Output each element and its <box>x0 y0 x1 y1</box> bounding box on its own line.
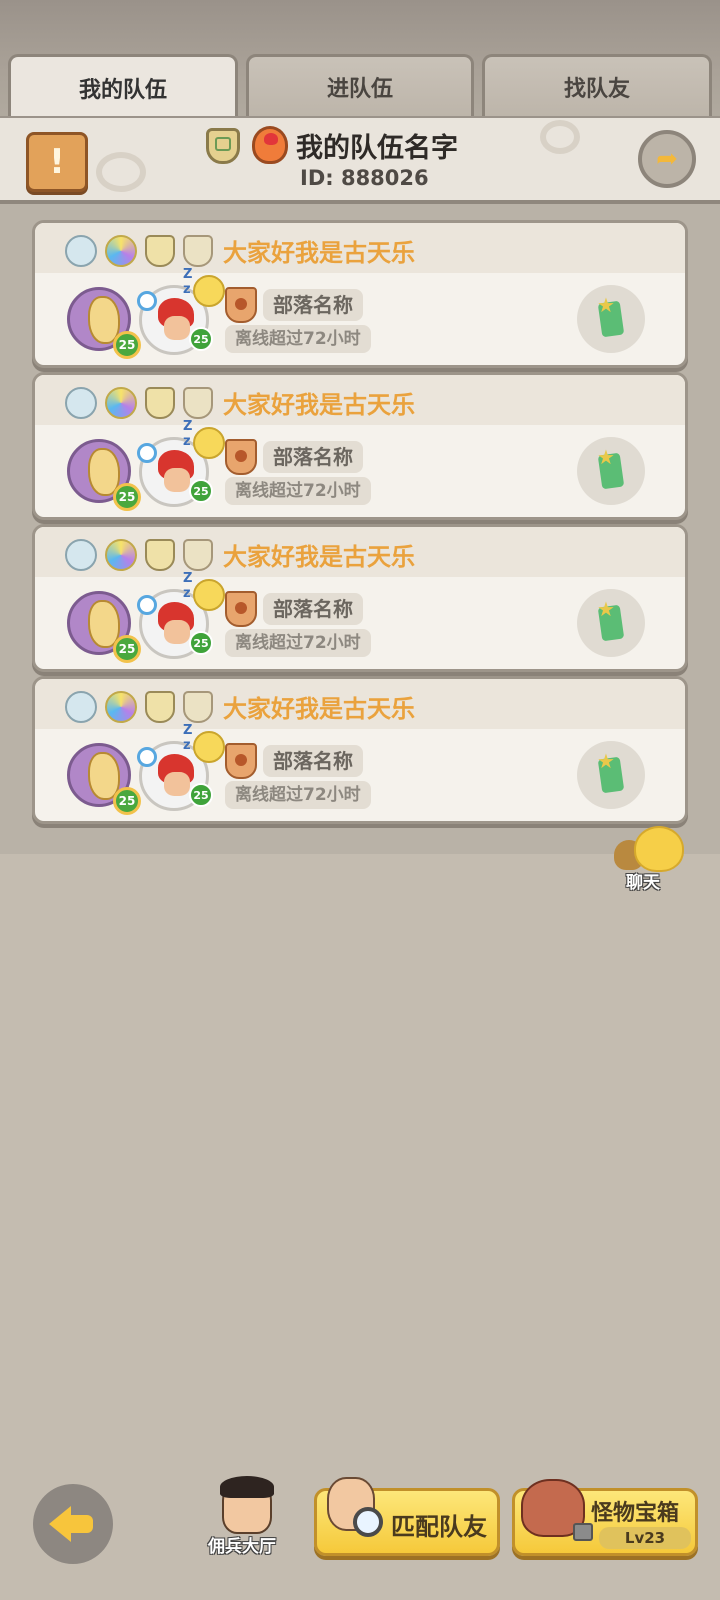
swirl-icon <box>137 291 157 311</box>
tribe-name: 部落名称 <box>263 593 363 625</box>
pet-level-badge: 25 <box>113 483 141 511</box>
sleeping-emoji-icon <box>193 731 225 763</box>
sleeping-emoji-icon <box>193 427 225 459</box>
member-card[interactable]: 大家好我是古天乐 25 Zz 25 部落名称 离线超过72小时 ★ <box>32 524 688 672</box>
swirl-icon <box>137 595 157 615</box>
transfer-leader-button[interactable]: ★ <box>577 285 645 353</box>
back-arrow-icon <box>49 1506 71 1542</box>
decor-swirl <box>540 120 580 154</box>
mercenary-hall-label: 佣兵大厅 <box>208 1537 276 1557</box>
member-list: 大家好我是古天乐 25 Zz 25 部落名称 离线超过72小时 ★ 大家好我是古… <box>0 204 720 854</box>
member-card[interactable]: 大家好我是古天乐 25 Zz 25 部落名称 离线超过72小时 ★ <box>32 372 688 520</box>
shield-rank-icon <box>65 691 97 723</box>
achievement-badge-icon <box>145 387 175 419</box>
share-button[interactable]: ➦ <box>638 130 696 188</box>
rainbow-badge-icon <box>105 691 137 723</box>
chat-button[interactable]: 聊天 <box>612 826 692 893</box>
member-name: 大家好我是古天乐 <box>223 695 415 723</box>
sleep-zz-icon: Zz <box>183 571 193 601</box>
sleeping-emoji-icon <box>193 579 225 611</box>
tribe-name: 部落名称 <box>263 441 363 473</box>
tab-my-team[interactable]: 我的队伍 <box>8 54 238 118</box>
sleep-zz-icon: Zz <box>183 267 193 297</box>
transfer-leader-button[interactable]: ★ <box>577 741 645 809</box>
team-emblem-icon <box>252 126 288 164</box>
sleep-zz-icon: Zz <box>183 723 193 753</box>
tribe-badge-icon <box>225 591 257 627</box>
mercenary-hall-button[interactable]: 佣兵大厅 <box>206 1476 288 1558</box>
pet-level-badge: 25 <box>113 787 141 815</box>
team-id: ID: 888026 <box>300 166 429 190</box>
lock-icon <box>573 1523 593 1541</box>
offline-status: 离线超过72小时 <box>225 629 371 657</box>
notice-button[interactable]: ! <box>26 132 88 192</box>
team-rank-badge-icon <box>206 128 240 164</box>
achievement-badge-icon <box>183 235 213 267</box>
chest-level-badge: Lv23 <box>599 1527 691 1549</box>
member-card[interactable]: 大家好我是古天乐 25 Zz 25 部落名称 离线超过72小时 ★ <box>32 676 688 824</box>
rainbow-badge-icon <box>105 235 137 267</box>
decor-swirl <box>96 152 146 192</box>
achievement-badge-icon <box>183 539 213 571</box>
tab-join-team[interactable]: 进队伍 <box>246 54 474 116</box>
swirl-icon <box>137 443 157 463</box>
achievement-badge-icon <box>183 691 213 723</box>
transfer-leader-button[interactable]: ★ <box>577 589 645 657</box>
achievement-badge-icon <box>183 387 213 419</box>
smiley-icon <box>634 826 684 872</box>
hero-level-badge: 25 <box>189 479 213 503</box>
team-name: 我的队伍名字 <box>296 133 458 164</box>
sleep-zz-icon: Zz <box>183 419 193 449</box>
offline-status: 离线超过72小时 <box>225 477 371 505</box>
star-icon: ★ <box>597 293 615 317</box>
shield-rank-icon <box>65 539 97 571</box>
tribe-name: 部落名称 <box>263 289 363 321</box>
transfer-leader-button[interactable]: ★ <box>577 437 645 505</box>
offline-status: 离线超过72小时 <box>225 781 371 809</box>
tribe-badge-icon <box>225 439 257 475</box>
member-card[interactable]: 大家好我是古天乐 25 Zz 25 部落名称 离线超过72小时 ★ <box>32 220 688 368</box>
team-header: ! 我的队伍名字 ID: 888026 ➦ <box>0 116 720 204</box>
star-icon: ★ <box>597 445 615 469</box>
tribe-name: 部落名称 <box>263 745 363 777</box>
tribe-badge-icon <box>225 743 257 779</box>
monster-chest-button[interactable]: 怪物宝箱 Lv23 <box>512 1479 698 1556</box>
star-icon: ★ <box>597 749 615 773</box>
hero-level-badge: 25 <box>189 783 213 807</box>
hero-level-badge: 25 <box>189 327 213 351</box>
chat-label: 聊天 <box>626 873 660 893</box>
pet-level-badge: 25 <box>113 331 141 359</box>
pet-level-badge: 25 <box>113 635 141 663</box>
star-icon: ★ <box>597 597 615 621</box>
shield-rank-icon <box>65 387 97 419</box>
achievement-badge-icon <box>145 235 175 267</box>
rainbow-badge-icon <box>105 539 137 571</box>
swirl-icon <box>137 747 157 767</box>
shield-rank-icon <box>65 235 97 267</box>
achievement-badge-icon <box>145 539 175 571</box>
rainbow-badge-icon <box>105 387 137 419</box>
exclamation-icon: ! <box>49 142 65 182</box>
hero-level-badge: 25 <box>189 631 213 655</box>
magnifier-icon <box>353 1507 383 1537</box>
member-name: 大家好我是古天乐 <box>223 391 415 419</box>
offline-status: 离线超过72小时 <box>225 325 371 353</box>
tribe-badge-icon <box>225 287 257 323</box>
tab-find-teammates[interactable]: 找队友 <box>482 54 712 116</box>
sleeping-emoji-icon <box>193 275 225 307</box>
achievement-badge-icon <box>145 691 175 723</box>
member-name: 大家好我是古天乐 <box>223 543 415 571</box>
match-teammates-label: 匹配队友 <box>391 1513 487 1541</box>
back-button[interactable] <box>33 1484 113 1564</box>
share-arrow-icon: ➦ <box>656 144 678 174</box>
member-name: 大家好我是古天乐 <box>223 239 415 267</box>
match-teammates-button[interactable]: 匹配队友 <box>314 1477 500 1556</box>
monster-chest-label: 怪物宝箱 <box>591 1501 680 1526</box>
